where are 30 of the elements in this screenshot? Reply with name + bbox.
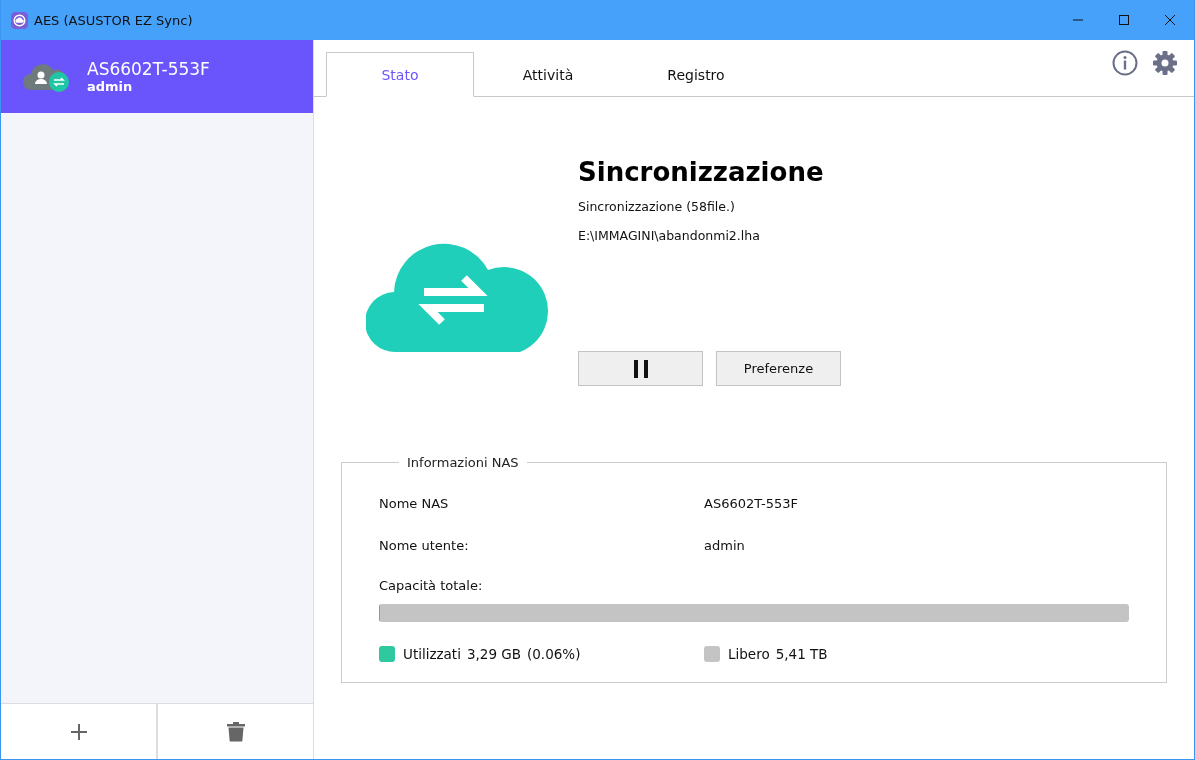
device-name: AS6602T-553F bbox=[87, 59, 210, 79]
maximize-icon[interactable] bbox=[1118, 14, 1130, 26]
tab[interactable]: Attività bbox=[474, 52, 622, 97]
info-icon[interactable] bbox=[1112, 50, 1138, 76]
preferences-button[interactable]: Preferenze bbox=[716, 351, 841, 386]
field-label: Nome utente: bbox=[379, 537, 470, 553]
field-value: admin bbox=[704, 537, 745, 553]
pause-icon bbox=[632, 359, 649, 378]
device-user: admin bbox=[87, 79, 134, 94]
capacity-label: Capacità totale: bbox=[379, 578, 484, 593]
field-label: Nome NAS bbox=[379, 495, 450, 511]
panel-legend: Informazioni NAS bbox=[399, 455, 527, 470]
status-title: Sincronizzazione bbox=[578, 157, 825, 187]
trash-icon bbox=[226, 721, 245, 742]
tab[interactable]: Registro bbox=[622, 52, 770, 97]
file-path: E:\IMMAGINI\abandonmi2.lha bbox=[578, 228, 761, 243]
field-value: AS6602T-553F bbox=[704, 495, 798, 511]
device-item[interactable]: AS6602T-553F admin bbox=[1, 40, 313, 113]
legend-label: Utilizzati bbox=[403, 646, 461, 662]
plus-icon bbox=[69, 722, 88, 741]
legend-label: Libero bbox=[728, 646, 770, 662]
window-title: AES (ASUSTOR EZ Sync) bbox=[34, 12, 193, 28]
close-icon[interactable] bbox=[1164, 14, 1176, 26]
legend-amount: 5,41 TB bbox=[775, 646, 828, 662]
tab[interactable]: Stato bbox=[326, 52, 474, 97]
pause-button[interactable] bbox=[578, 351, 703, 386]
sync-status-text: Sincronizzazione (58file.) bbox=[578, 199, 736, 214]
app-logo-icon bbox=[11, 11, 28, 29]
legend-amount: 3,29 GB bbox=[466, 646, 521, 662]
legend-percent: (0.06%) bbox=[527, 646, 581, 662]
